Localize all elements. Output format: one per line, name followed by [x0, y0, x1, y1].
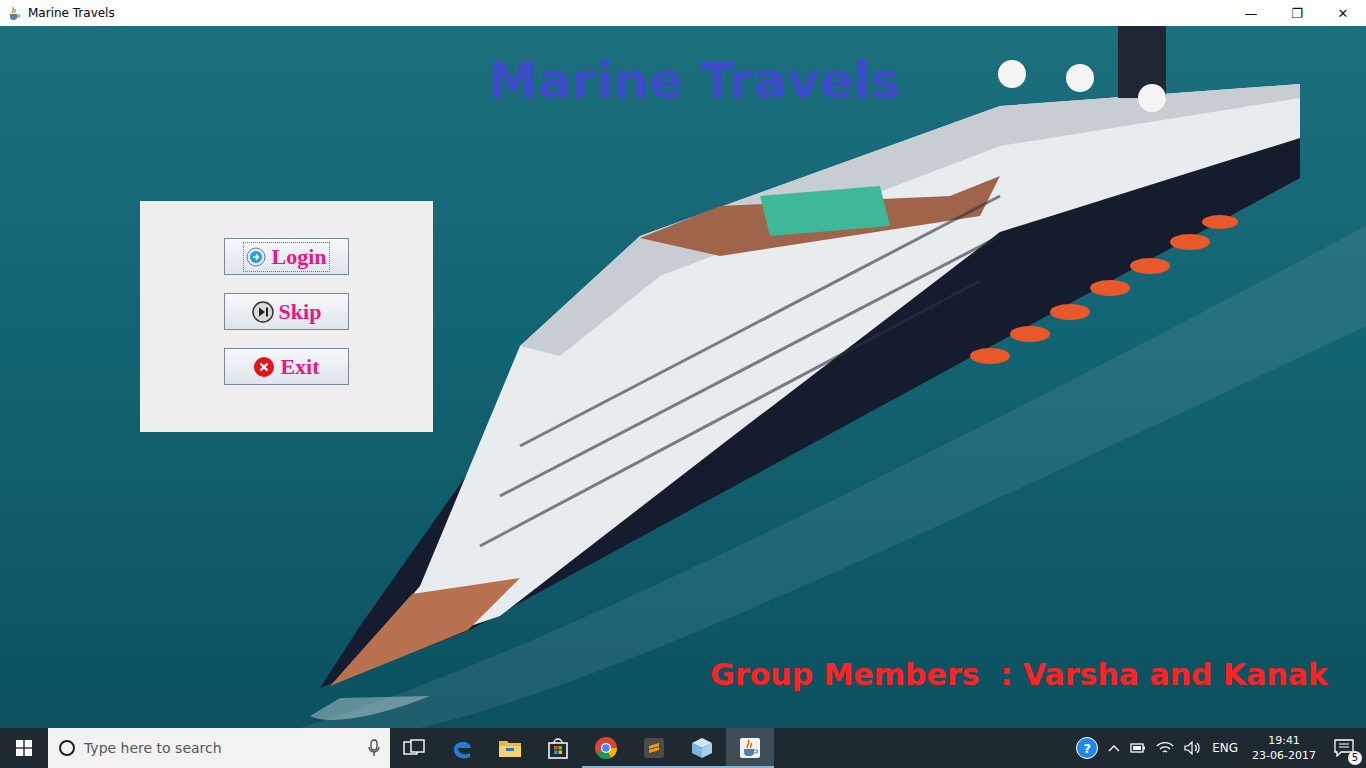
- search-circle-icon: [58, 739, 76, 757]
- app-heading: Marine Travels: [488, 46, 901, 116]
- clock-date: 23-06-2017: [1252, 748, 1316, 763]
- taskbar-app[interactable]: [390, 728, 438, 768]
- menu-panel: Login Skip Exit: [140, 201, 433, 432]
- screen: Marine Travels —❐✕ Marine Travels Login Skip…: [0, 0, 1366, 768]
- window-control-button[interactable]: ❐: [1274, 0, 1320, 26]
- taskbar-app[interactable]: [486, 728, 534, 768]
- app-window: Marine Travels Login Skip Exit Group Members…: [0, 26, 1366, 728]
- java-icon: [738, 736, 762, 760]
- taskbar-app[interactable]: [630, 728, 678, 768]
- menu-button[interactable]: Skip: [224, 293, 349, 330]
- microphone-icon: [368, 739, 380, 757]
- taskbar-app[interactable]: [534, 728, 582, 768]
- taskbar-app[interactable]: [726, 728, 774, 768]
- credits-text: Group Members : Varsha and Kanak: [710, 657, 1328, 692]
- search-box[interactable]: Type here to search: [48, 728, 390, 768]
- login-arrow-icon: [246, 247, 266, 267]
- clock[interactable]: 19:4123-06-2017: [1248, 733, 1320, 763]
- wifi-icon[interactable]: [1156, 741, 1174, 755]
- chrome-icon: [594, 736, 618, 760]
- system-tray: ? ENG 19:4123-06-2017 5: [1076, 728, 1366, 768]
- language-indicator[interactable]: ENG: [1212, 741, 1238, 755]
- skip-icon: [252, 301, 274, 323]
- window-control-button[interactable]: ✕: [1320, 0, 1366, 26]
- notification-count: 5: [1348, 751, 1362, 765]
- folder-icon: [498, 738, 522, 758]
- action-center-button[interactable]: 5: [1330, 739, 1358, 757]
- store-bag-icon: [547, 737, 569, 759]
- taskbar: Type here to search? ENG 19:4123-06-2017 5: [0, 728, 1366, 768]
- search-placeholder: Type here to search: [84, 740, 222, 756]
- window-title: Marine Travels: [28, 6, 115, 20]
- task-view-icon: [403, 739, 425, 757]
- volume-icon[interactable]: [1184, 741, 1202, 755]
- taskbar-app[interactable]: [582, 728, 630, 768]
- cube-app-icon: [690, 736, 714, 760]
- menu-button[interactable]: Exit: [224, 348, 349, 385]
- edge-browser-icon: [450, 736, 474, 760]
- taskbar-app[interactable]: [438, 728, 486, 768]
- exit-icon: [253, 356, 275, 378]
- chevron-up-icon[interactable]: [1108, 744, 1120, 752]
- window-controls: —❐✕: [1228, 0, 1366, 26]
- menu-button[interactable]: Login: [224, 238, 349, 275]
- window-control-button[interactable]: —: [1228, 0, 1274, 26]
- clock-time: 19:41: [1268, 733, 1300, 748]
- title-bar: Marine Travels —❐✕: [0, 0, 1366, 26]
- windows-logo-icon: [16, 740, 32, 756]
- start-button[interactable]: [0, 728, 48, 768]
- battery-icon[interactable]: [1130, 742, 1146, 754]
- java-icon: [6, 5, 22, 21]
- sublime-text-icon: [643, 737, 665, 759]
- start-screen: Marine Travels Login Skip Exit Group Members…: [0, 26, 1366, 728]
- help-button[interactable]: ?: [1076, 737, 1098, 759]
- taskbar-app[interactable]: [678, 728, 726, 768]
